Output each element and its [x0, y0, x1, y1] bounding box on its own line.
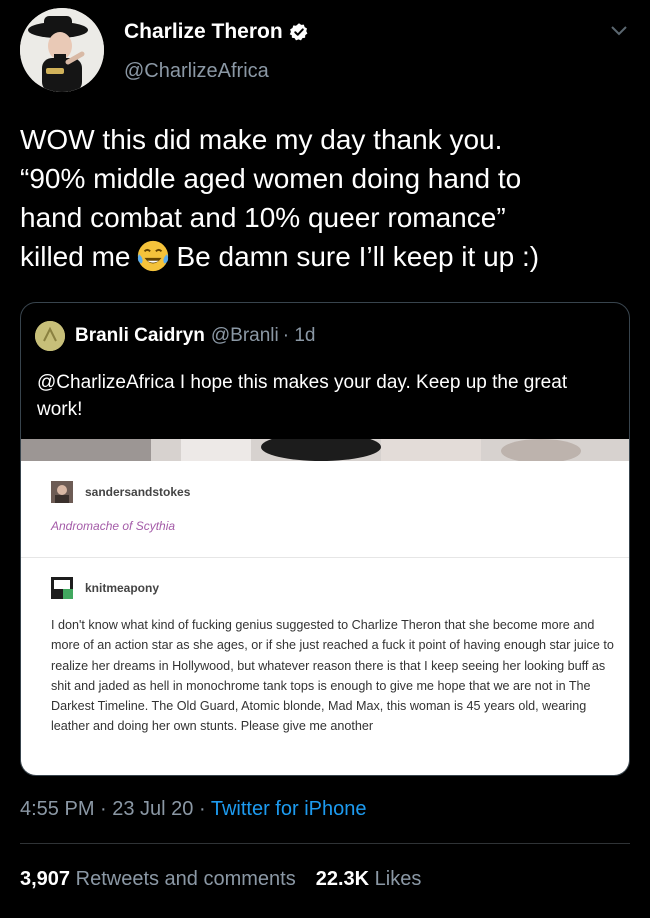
tweet-line-3: hand combat and 10% queer romance”: [20, 202, 506, 233]
tumblr-user-2: knitmeapony: [51, 577, 159, 599]
author-name-text: Charlize Theron: [124, 20, 283, 43]
quoted-author-handle[interactable]: @Branli: [211, 325, 279, 347]
photo-strip-image: [21, 439, 629, 461]
divider-top: [20, 843, 630, 844]
verified-badge-icon: [289, 23, 308, 41]
tweet-timestamp-source: 4:55 PM · 23 Jul 20 · Twitter for iPhone: [20, 798, 366, 821]
chevron-down-icon[interactable]: [610, 24, 628, 38]
tumblr-avatar-1: [51, 481, 73, 503]
quoted-tweet-card[interactable]: Branli Caidryn @Branli · 1d @CharlizeAfr…: [20, 302, 630, 776]
tweet-line-4-after: Be damn sure I’ll keep it up :): [176, 241, 540, 272]
quoted-author-avatar[interactable]: [35, 321, 65, 351]
tumblr-user-1: sandersandstokes: [51, 481, 190, 503]
tumblr-post-title: Andromache of Scythia: [51, 519, 176, 533]
engagement-stats: 3,907 Retweets and comments 22.3K Likes: [20, 868, 421, 891]
tears-of-joy-emoji-icon: [138, 240, 169, 272]
retweets-count: 3,907: [20, 868, 71, 890]
quoted-avatar-image: [35, 321, 65, 351]
tumblr-avatar-2: [51, 577, 73, 599]
quoted-mention[interactable]: @CharlizeAfrica: [37, 372, 175, 393]
tumblr-username-2: knitmeapony: [85, 581, 160, 595]
author-display-name[interactable]: Charlize Theron: [124, 20, 309, 44]
tumblr-username-1: sandersandstokes: [85, 485, 191, 499]
author-handle[interactable]: @CharlizeAfrica: [124, 60, 269, 83]
quoted-tweet-age: · 1d: [282, 325, 316, 346]
likes-stat[interactable]: 22.3K Likes: [316, 868, 422, 891]
tumblr-divider: [21, 557, 629, 558]
quoted-tweet-header: Branli Caidryn @Branli · 1d: [35, 321, 316, 351]
quoted-image[interactable]: sandersandstokes Andromache of Scythia k…: [21, 439, 629, 775]
avatar-image: [20, 8, 104, 92]
retweets-label: Retweets and comments: [75, 868, 296, 890]
tweet-line-4-before: killed me: [20, 241, 131, 272]
tweet-header: Charlize Theron @CharlizeAfrica: [0, 0, 650, 100]
tumblr-post-body: I don't know what kind of fucking genius…: [51, 618, 614, 734]
tweet-source-link[interactable]: Twitter for iPhone: [211, 798, 367, 820]
likes-label: Likes: [374, 868, 422, 890]
quoted-tweet-text: @CharlizeAfrica I hope this makes your d…: [37, 369, 612, 423]
likes-count: 22.3K: [315, 868, 370, 890]
tweet-timestamp[interactable]: 4:55 PM · 23 Jul 20 ·: [20, 798, 211, 820]
tweet-text: WOW this did make my day thank you. “90% …: [20, 120, 630, 276]
retweets-stat[interactable]: 3,907 Retweets and comments: [20, 868, 296, 891]
tweet-line-2: “90% middle aged women doing hand to: [20, 163, 522, 194]
quoted-author-name[interactable]: Branli Caidryn: [75, 325, 205, 347]
author-avatar[interactable]: [20, 8, 104, 92]
tweet-line-1: WOW this did make my day thank you.: [20, 124, 503, 155]
